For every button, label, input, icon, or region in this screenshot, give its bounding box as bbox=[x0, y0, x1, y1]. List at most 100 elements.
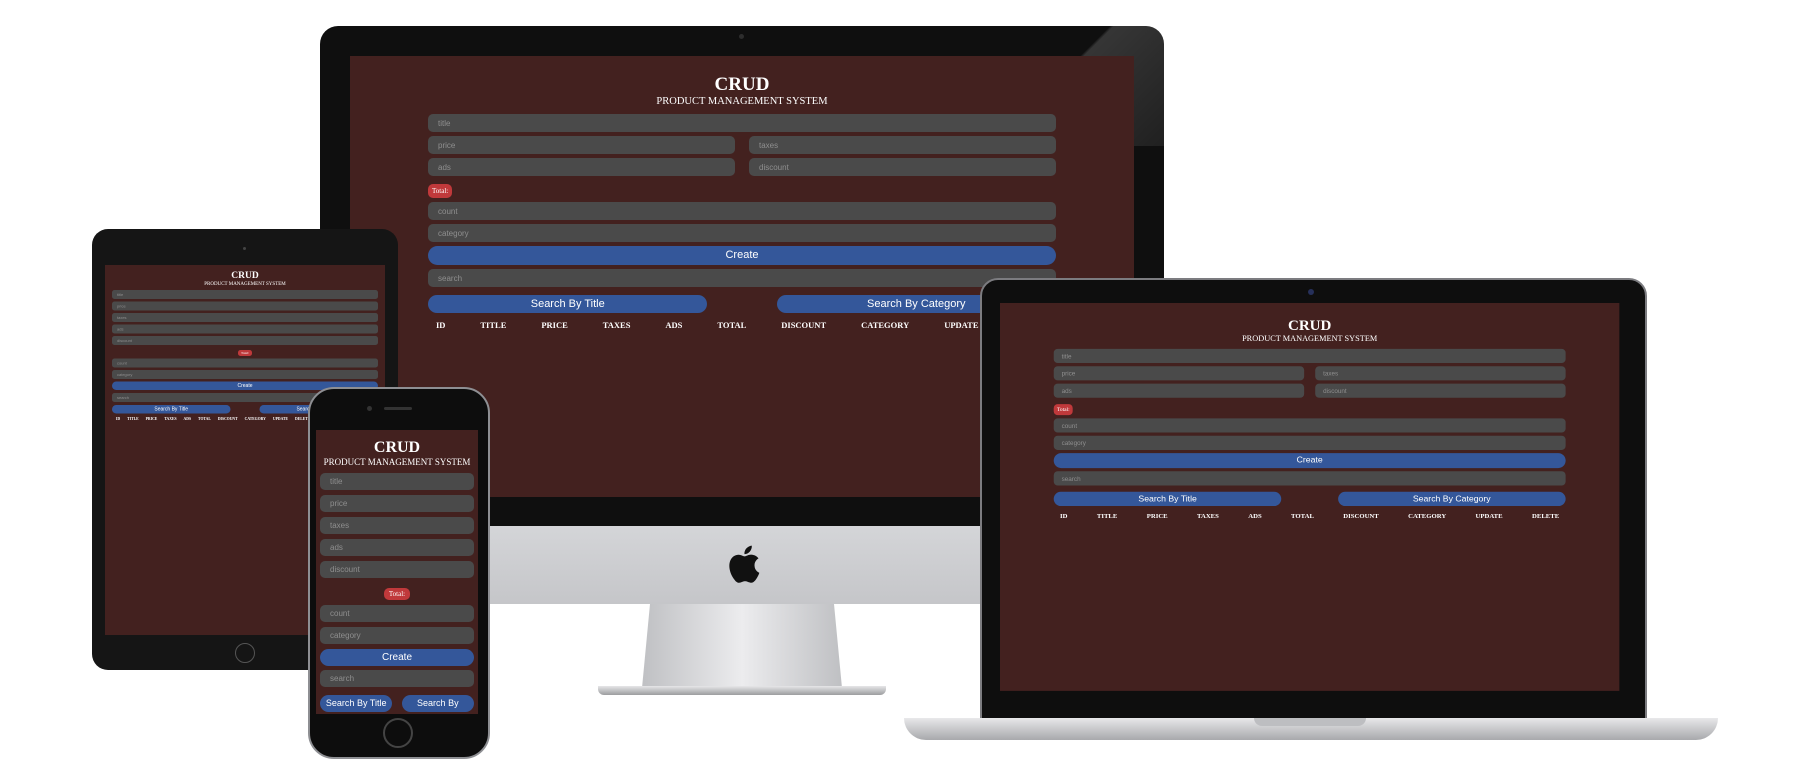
column-header: ID bbox=[436, 320, 446, 330]
search-by-category-button[interactable]: Search By Category bbox=[1337, 491, 1566, 507]
search-buttons: Search By Title Search By Category bbox=[320, 695, 474, 712]
crud-app-laptop: CRUD PRODUCT MANAGEMENT SYSTEM Total: Cr… bbox=[1000, 303, 1620, 691]
column-header: TOTAL bbox=[717, 320, 747, 330]
create-button[interactable]: Create bbox=[320, 649, 474, 666]
price-input[interactable] bbox=[112, 301, 378, 311]
page-subtitle: PRODUCT MANAGEMENT SYSTEM bbox=[204, 281, 286, 287]
search-by-title-button[interactable]: Search By Title bbox=[1053, 491, 1282, 507]
category-input[interactable] bbox=[112, 370, 378, 379]
tablet-home-button bbox=[235, 643, 255, 663]
count-input[interactable] bbox=[320, 605, 474, 622]
search-buttons: Search By Title Search By Category bbox=[1053, 491, 1566, 507]
discount-input[interactable] bbox=[112, 336, 378, 345]
taxes-input[interactable] bbox=[112, 313, 378, 322]
tablet-camera-icon bbox=[243, 247, 246, 250]
column-header: DISCOUNT bbox=[781, 320, 827, 330]
discount-input[interactable] bbox=[1315, 383, 1566, 398]
price-input[interactable] bbox=[320, 495, 474, 512]
search-by-title-button[interactable]: Search By Title bbox=[112, 405, 231, 414]
column-header: TOTAL bbox=[198, 416, 211, 422]
column-header: UPDATE bbox=[944, 320, 979, 330]
column-header: ADS bbox=[1248, 511, 1262, 520]
column-header: DELETE bbox=[1532, 511, 1560, 520]
title-input[interactable] bbox=[1053, 348, 1566, 364]
page-subtitle: PRODUCT MANAGEMENT SYSTEM bbox=[1242, 334, 1378, 344]
ads-input[interactable] bbox=[320, 539, 474, 556]
search-input[interactable] bbox=[428, 269, 1056, 287]
column-header: ADS bbox=[183, 416, 192, 422]
column-header: TOTAL bbox=[1291, 511, 1314, 520]
ads-input[interactable] bbox=[112, 324, 378, 334]
ads-input[interactable] bbox=[1053, 383, 1305, 398]
count-input[interactable] bbox=[1053, 418, 1566, 433]
create-button[interactable]: Create bbox=[428, 246, 1056, 265]
column-header: TITLE bbox=[1096, 511, 1118, 520]
column-header: TAXES bbox=[164, 416, 177, 422]
count-input[interactable] bbox=[112, 358, 378, 368]
column-header: UPDATE bbox=[1475, 511, 1503, 520]
page-title: CRUD bbox=[1287, 317, 1332, 334]
price-input[interactable] bbox=[1053, 366, 1305, 381]
taxes-input[interactable] bbox=[1315, 366, 1566, 381]
ads-discount-row bbox=[1053, 383, 1566, 401]
page-subtitle: PRODUCT MANAGEMENT SYSTEM bbox=[323, 457, 471, 467]
column-header: PRICE bbox=[541, 320, 568, 330]
column-header: TAXES bbox=[602, 320, 631, 330]
page-subtitle: PRODUCT MANAGEMENT SYSTEM bbox=[656, 96, 828, 107]
total-row: Total: bbox=[112, 348, 378, 359]
category-input[interactable] bbox=[428, 224, 1056, 242]
column-header: CATEGORY bbox=[244, 416, 266, 422]
column-header: DISCOUNT bbox=[1343, 511, 1379, 520]
phone-screen: CRUD PRODUCT MANAGEMENT SYSTEM Total: Cr… bbox=[316, 430, 478, 714]
page-title: CRUD bbox=[231, 270, 259, 281]
column-header: TAXES bbox=[1197, 511, 1219, 520]
discount-input[interactable] bbox=[320, 561, 474, 578]
taxes-input[interactable] bbox=[320, 517, 474, 534]
column-header: ID bbox=[116, 416, 121, 422]
count-input[interactable] bbox=[428, 202, 1056, 220]
column-header: TITLE bbox=[127, 416, 139, 422]
page-title: CRUD bbox=[714, 74, 770, 95]
total-badge: Total: bbox=[237, 350, 253, 356]
discount-input[interactable] bbox=[749, 158, 1056, 176]
total-badge: Total: bbox=[428, 184, 453, 198]
column-header: CATEGORY bbox=[861, 320, 910, 330]
total-row: Total: bbox=[320, 583, 474, 605]
macbook-camera-icon bbox=[1308, 289, 1314, 295]
column-header: DISCOUNT bbox=[217, 416, 238, 422]
price-taxes-row bbox=[1053, 366, 1566, 383]
table-header: ID TITLE PRICE TAXES ADS TOTAL DISCOUNT … bbox=[1054, 512, 1566, 520]
price-input[interactable] bbox=[428, 136, 735, 154]
price-taxes-row bbox=[428, 136, 1056, 158]
apple-logo-icon bbox=[725, 544, 761, 584]
column-header: PRICE bbox=[145, 416, 158, 422]
macbook-screen: CRUD PRODUCT MANAGEMENT SYSTEM Total: Cr… bbox=[1000, 303, 1620, 691]
column-header: ID bbox=[1060, 511, 1068, 520]
imac-foot bbox=[598, 686, 886, 695]
search-input[interactable] bbox=[320, 670, 474, 687]
table-header: ID TITLE PRICE TAXES ADS TOTAL DISCOUNT … bbox=[428, 320, 1056, 330]
search-by-title-button[interactable]: Search By Title bbox=[428, 295, 708, 313]
imac-camera-icon bbox=[739, 34, 744, 39]
column-header: CATEGORY bbox=[1408, 511, 1447, 520]
search-by-title-button[interactable]: Search By Title bbox=[320, 695, 393, 712]
total-badge: Total: bbox=[1053, 404, 1073, 416]
crud-app-phone: CRUD PRODUCT MANAGEMENT SYSTEM Total: Cr… bbox=[316, 430, 478, 714]
column-header: TITLE bbox=[480, 320, 507, 330]
create-button[interactable]: Create bbox=[1053, 453, 1566, 469]
title-input[interactable] bbox=[320, 473, 474, 490]
phone-speaker bbox=[384, 407, 412, 410]
macbook-notch bbox=[1254, 718, 1366, 726]
search-by-category-button[interactable]: Search By Category bbox=[401, 695, 474, 712]
title-input[interactable] bbox=[428, 114, 1056, 132]
search-input[interactable] bbox=[1053, 471, 1566, 486]
column-header: ADS bbox=[665, 320, 683, 330]
column-header: UPDATE bbox=[272, 416, 289, 422]
category-input[interactable] bbox=[1053, 435, 1566, 450]
taxes-input[interactable] bbox=[749, 136, 1056, 154]
title-input[interactable] bbox=[112, 290, 378, 299]
ads-input[interactable] bbox=[428, 158, 735, 176]
category-input[interactable] bbox=[320, 627, 474, 644]
imac-stand bbox=[642, 604, 842, 688]
phone-home-button bbox=[383, 718, 413, 748]
